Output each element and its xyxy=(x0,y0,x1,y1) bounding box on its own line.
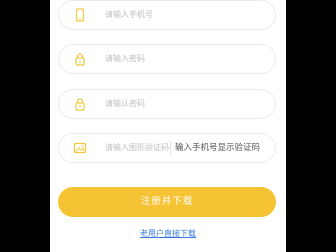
confirm-password-input[interactable]: 请输认密码 xyxy=(105,90,145,118)
image-icon xyxy=(73,141,87,155)
phone-icon xyxy=(73,8,87,22)
password-input[interactable]: 请输入密码 xyxy=(105,45,145,73)
captcha-input[interactable]: 请输入图形验证码 xyxy=(105,134,169,162)
direct-download-link[interactable]: 老用户直接下载 xyxy=(50,228,286,239)
phone-field[interactable]: 请输入手机号 xyxy=(58,0,276,30)
register-screen: 请输入手机号 请输入密码 请输认密码 请输入图形验证码 输入手机号显示验证码 注… xyxy=(50,0,286,252)
password-field[interactable]: 请输入密码 xyxy=(58,44,276,74)
confirm-password-field[interactable]: 请输认密码 xyxy=(58,89,276,119)
captcha-field[interactable]: 请输入图形验证码 输入手机号显示验证码 xyxy=(58,133,276,163)
lock-icon xyxy=(73,97,87,111)
divider xyxy=(170,141,171,155)
lock-icon xyxy=(73,52,87,66)
register-download-button[interactable]: 注册并下载 xyxy=(58,187,276,217)
get-captcha-button[interactable]: 输入手机号显示验证码 xyxy=(175,134,260,162)
phone-input[interactable]: 请输入手机号 xyxy=(105,1,153,29)
